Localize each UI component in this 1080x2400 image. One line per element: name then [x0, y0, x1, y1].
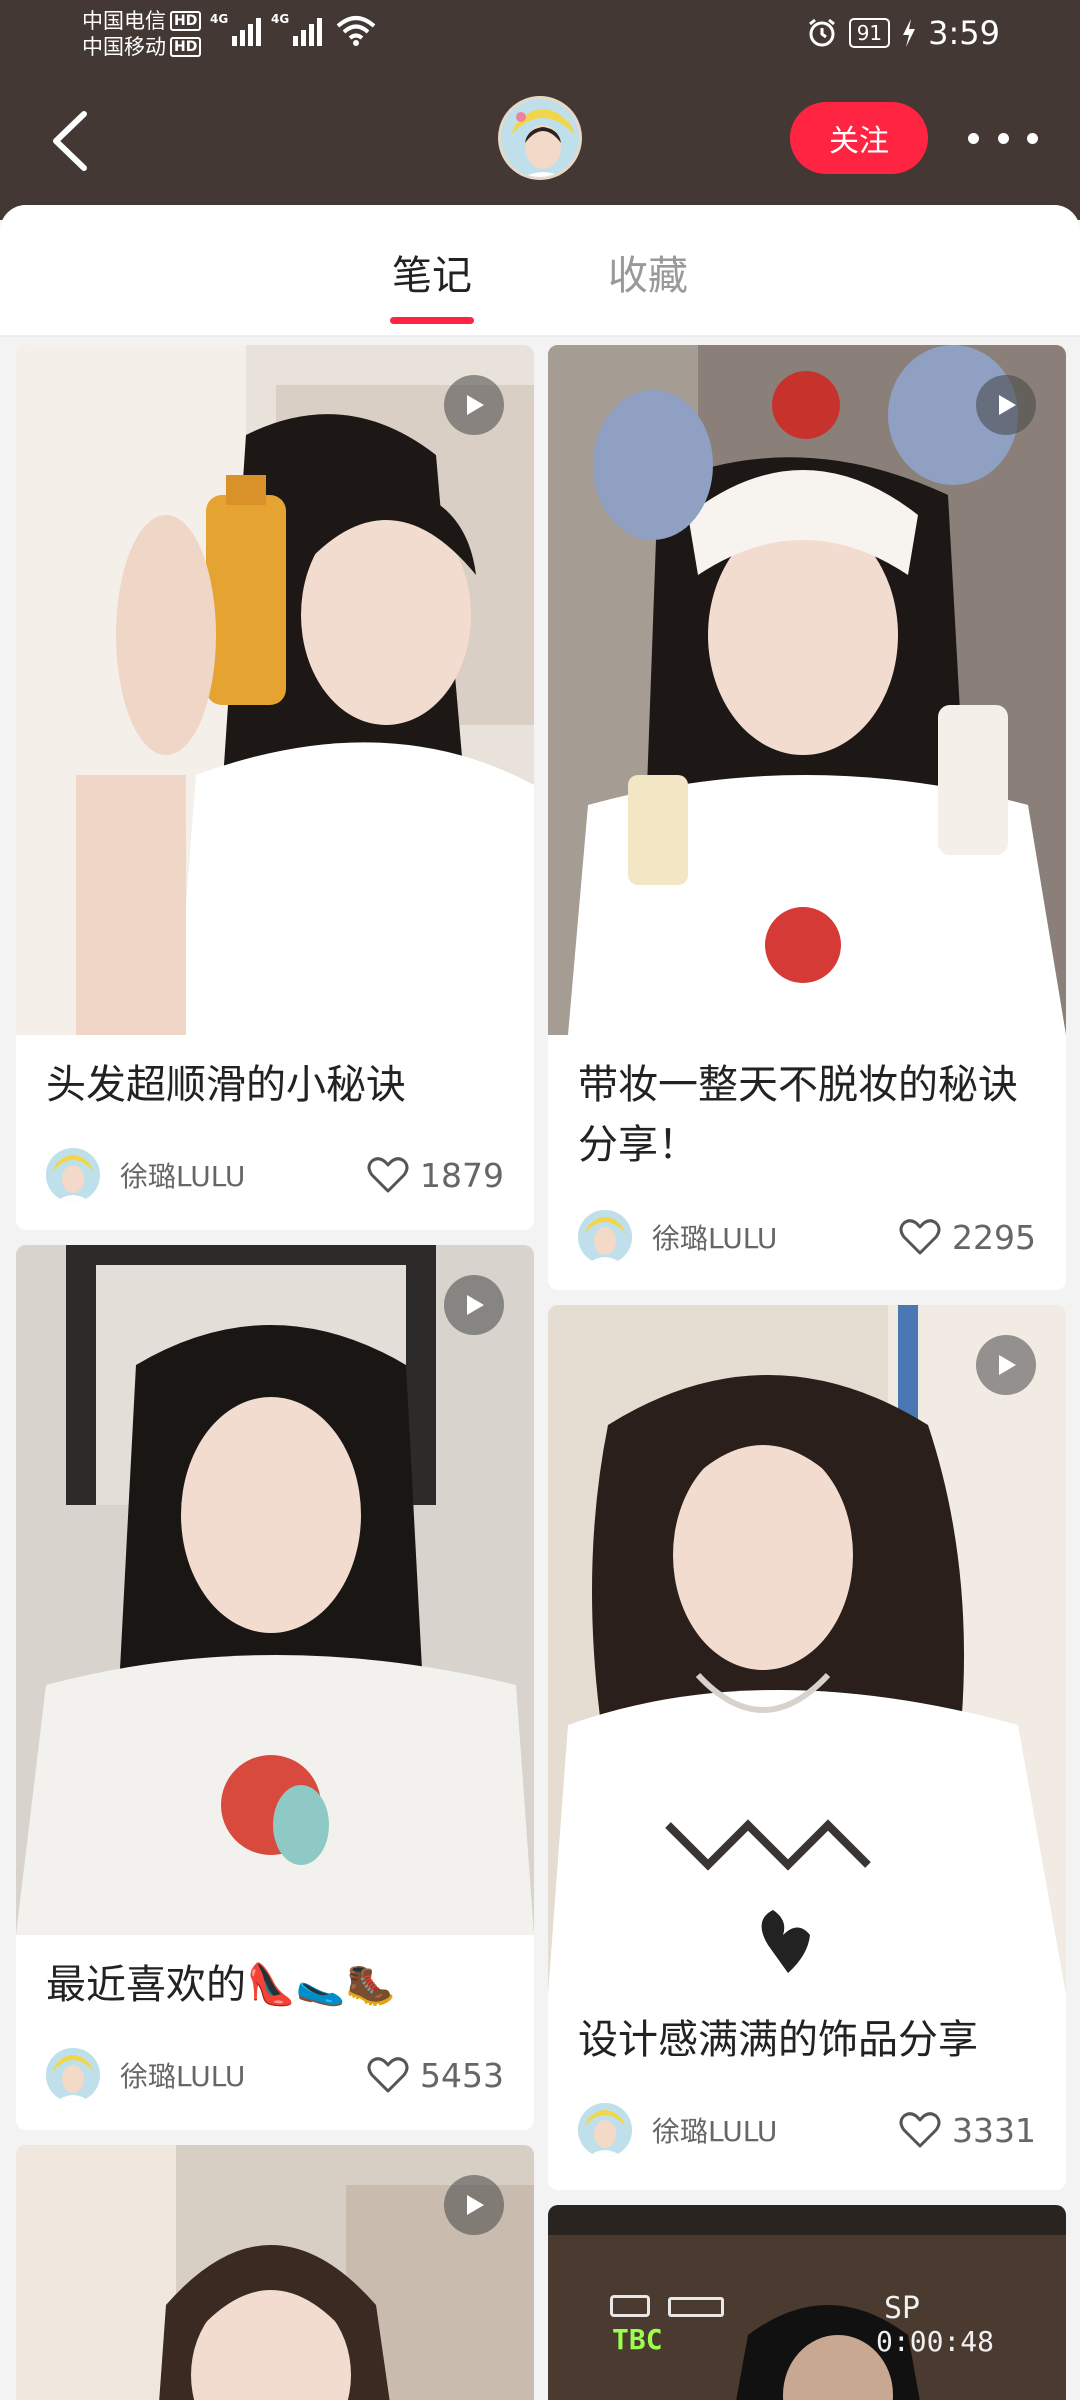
signal-icon: 4G: [210, 12, 261, 46]
note-title: 头发超顺滑的小秘诀: [46, 1062, 406, 1108]
note-title: 带妆一整天不脱妆的秘诀分享！: [578, 1062, 1018, 1168]
clock: 3:59: [928, 14, 1000, 52]
note-card[interactable]: 设计感满满的饰品分享 徐璐LULU 3331: [548, 1305, 1066, 2190]
content-panel: 笔记 收藏 头发超顺滑的小秘诀 徐璐LULU 1879 带妆一整天不脱妆的秘诀分…: [0, 205, 1080, 2400]
like-icon[interactable]: [898, 1217, 942, 1257]
note-card[interactable]: TBC SP 0:00:48: [548, 2205, 1066, 2400]
like-count: 1879: [420, 1155, 504, 1195]
note-card[interactable]: 最近喜欢的👠🥿🥾 徐璐LULU 5453: [16, 1245, 534, 2130]
wifi-icon: [336, 16, 376, 46]
alarm-icon: [808, 18, 835, 47]
note-cover-image: [16, 1245, 534, 1935]
author-name: 徐璐LULU: [652, 1222, 778, 1255]
top-bar: 中国电信 HD 中国移动 HD 4G 4G 91 3:59 关注: [0, 0, 1080, 220]
play-icon: [444, 2175, 504, 2235]
status-bar: 中国电信 HD 中国移动 HD 4G 4G 91 3:59: [0, 0, 1080, 70]
like-icon[interactable]: [366, 2055, 410, 2095]
note-card[interactable]: 带妆一整天不脱妆的秘诀分享！ 徐璐LULU 2295: [548, 345, 1066, 1290]
play-icon: [444, 1275, 504, 1335]
more-options-icon[interactable]: [968, 120, 1038, 156]
sp-label: SP: [884, 2291, 921, 2326]
carrier-info: 中国电信 HD 中国移动 HD: [82, 8, 202, 60]
tab-notes[interactable]: 笔记: [392, 243, 472, 301]
like-count: 2295: [952, 1217, 1036, 1257]
network-type: 4G: [271, 12, 290, 26]
note-meta: 徐璐LULU 5453: [46, 2047, 504, 2103]
author-avatar: [578, 2103, 632, 2157]
like-count: 5453: [420, 2055, 504, 2095]
note-meta: 徐璐LULU 2295: [578, 1209, 1036, 1265]
tape-icon: [610, 2295, 650, 2317]
note-cover-image: [548, 1305, 1066, 1995]
note-title: 最近喜欢的👠🥿🥾: [46, 1962, 396, 2008]
tape-battery-icon: [668, 2297, 724, 2317]
tab-bar: 笔记 收藏: [0, 205, 1080, 337]
avatar[interactable]: [498, 96, 582, 180]
note-card[interactable]: [16, 2145, 534, 2400]
play-icon: [444, 375, 504, 435]
author-avatar: [578, 1210, 632, 1264]
like-icon[interactable]: [366, 1155, 410, 1195]
author-avatar: [46, 1148, 100, 1202]
note-card[interactable]: 头发超顺滑的小秘诀 徐璐LULU 1879: [16, 345, 534, 1230]
status-right: 91 3:59: [807, 14, 1000, 52]
author-name: 徐璐LULU: [120, 2060, 246, 2093]
like-icon[interactable]: [898, 2110, 942, 2150]
tab-favorites[interactable]: 收藏: [608, 243, 688, 301]
play-icon: [976, 375, 1036, 435]
note-meta: 徐璐LULU 3331: [578, 2102, 1036, 2158]
note-title: 设计感满满的饰品分享: [578, 2017, 978, 2063]
hd-badge: HD: [170, 37, 202, 57]
profile-nav: 关注: [0, 70, 1080, 210]
carrier-1: 中国电信: [82, 9, 166, 33]
author-name: 徐璐LULU: [120, 1160, 246, 1193]
follow-button[interactable]: 关注: [790, 102, 928, 174]
tape-label: TBC: [612, 2323, 663, 2356]
like-count: 3331: [952, 2110, 1036, 2150]
carrier-2: 中国移动: [82, 35, 166, 59]
signal-icon: 4G: [271, 12, 322, 46]
hd-badge: HD: [170, 11, 202, 31]
author-avatar: [46, 2048, 100, 2102]
note-cover-image: [548, 345, 1066, 1035]
network-type: 4G: [210, 12, 229, 26]
play-icon: [976, 1335, 1036, 1395]
signal-indicators: 4G 4G: [210, 12, 376, 46]
timecode: 0:00:48: [876, 2325, 995, 2358]
battery-level: 91: [848, 18, 891, 48]
author-name: 徐璐LULU: [652, 2115, 778, 2148]
active-tab-indicator: [390, 317, 474, 324]
note-meta: 徐璐LULU 1879: [46, 1147, 504, 1203]
back-arrow-icon[interactable]: [48, 108, 92, 174]
charging-icon: [903, 19, 916, 47]
note-cover-image: [16, 345, 534, 1035]
